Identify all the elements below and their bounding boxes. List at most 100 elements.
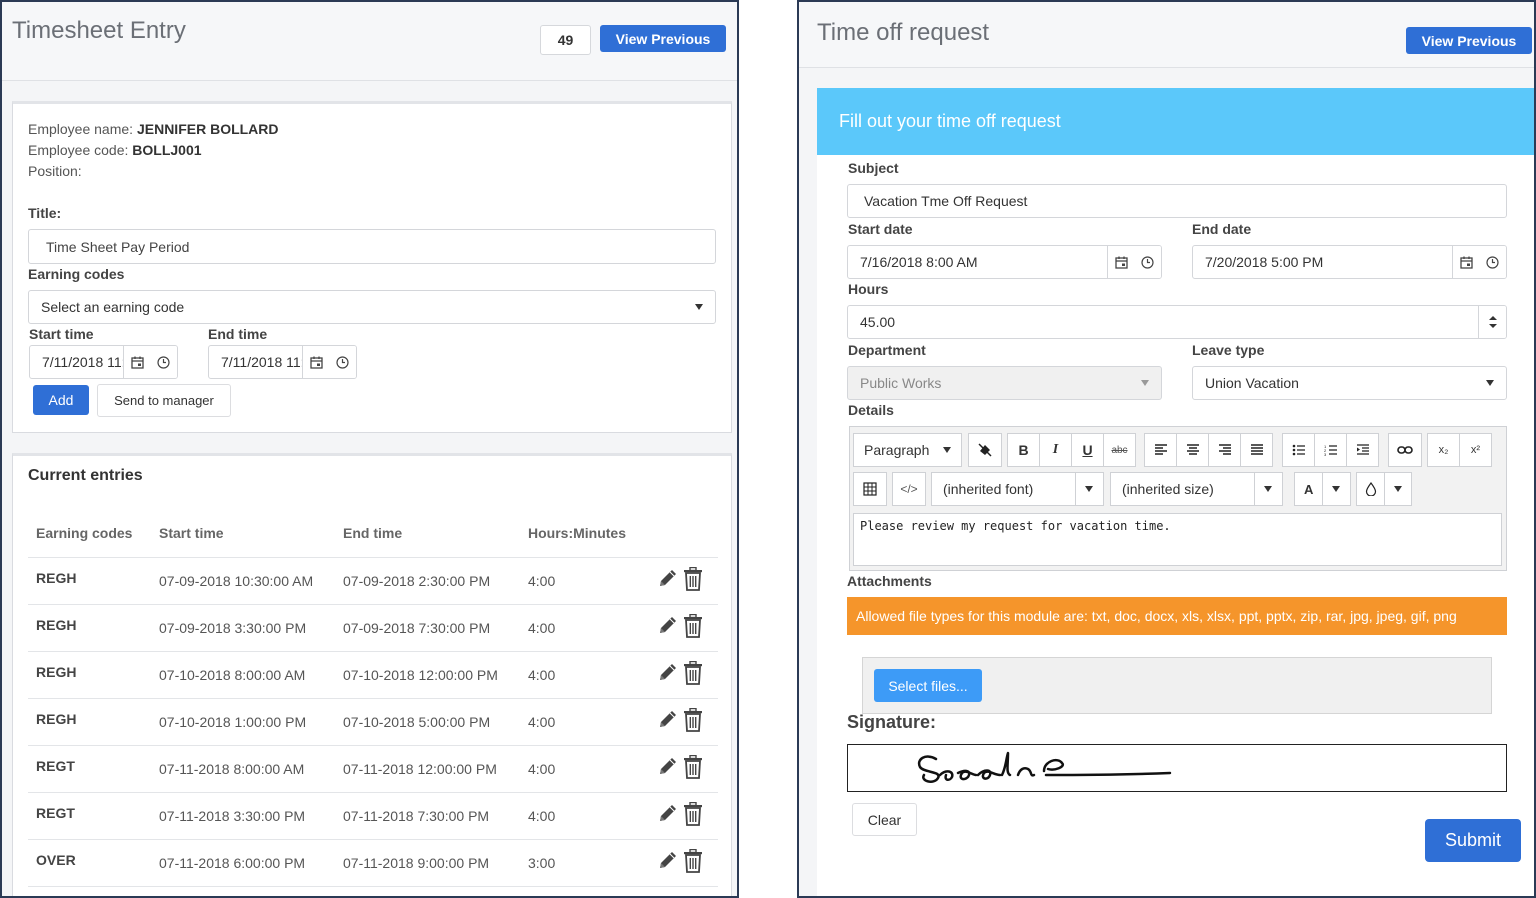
italic-button[interactable]: I [1039, 433, 1072, 467]
end-date-picker[interactable]: 7/20/2018 5:00 PM [1192, 245, 1507, 279]
eraser-icon [978, 443, 992, 457]
hours-label: Hours [848, 281, 889, 297]
table-row: REGH 07-10-2018 1:00:00 PM 07-10-2018 5:00… [28, 698, 718, 746]
details-content[interactable]: Please review my request for vacation ti… [853, 513, 1502, 566]
calendar-icon[interactable] [303, 356, 329, 369]
earning-code-cell: REGH [28, 604, 151, 652]
view-html-button[interactable]: </> [892, 472, 926, 506]
edit-pencil-icon[interactable] [657, 755, 679, 782]
send-to-manager-button[interactable]: Send to manager [97, 384, 231, 417]
column-header: Earning codes [28, 510, 151, 558]
end-time-picker[interactable]: 7/11/2018 11: [208, 345, 357, 379]
font-size-select[interactable]: (inherited size) [1110, 472, 1283, 506]
add-button[interactable]: Add [33, 385, 89, 415]
format-value: Paragraph [864, 442, 930, 458]
table-row: REGT 07-11-2018 3:30:00 PM 07-11-2018 7:30… [28, 792, 718, 840]
superscript-button[interactable]: x² [1459, 433, 1492, 467]
delete-trash-icon[interactable] [683, 566, 703, 594]
hours-cell: 4:00 [520, 698, 634, 746]
timeoff-view-previous-button[interactable]: View Previous [1406, 27, 1532, 54]
align-justify-icon[interactable] [1240, 433, 1273, 467]
font-family-select[interactable]: (inherited font) [931, 472, 1104, 506]
edit-pencil-icon[interactable] [657, 567, 679, 594]
table-icon [863, 482, 877, 496]
font-color-picker[interactable]: A [1294, 472, 1351, 506]
earning-code-cell: REGH [28, 651, 151, 699]
end-date-label: End date [1192, 221, 1252, 237]
hours-stepper[interactable]: 45.00 [847, 305, 1507, 339]
align-left-icon[interactable] [1144, 433, 1177, 467]
bullet-list-icon[interactable] [1282, 433, 1315, 467]
start-time-cell: 07-11-2018 3:30:00 PM [151, 792, 335, 840]
signature-pad[interactable] [847, 744, 1507, 792]
current-entries-heading: Current entries [28, 467, 143, 484]
clock-icon[interactable] [329, 355, 355, 369]
leave-type-select[interactable]: Union Vacation [1192, 366, 1507, 400]
delete-trash-icon[interactable] [683, 660, 703, 688]
hours-cell: 3:00 [520, 839, 634, 887]
clock-icon[interactable] [1479, 255, 1505, 269]
spinner-icon[interactable] [1478, 306, 1506, 338]
align-center-icon[interactable] [1176, 433, 1209, 467]
chevron-down-icon [1394, 486, 1402, 492]
select-files-button[interactable]: Select files... [874, 669, 982, 702]
end-time-label: End time [208, 326, 268, 342]
hours-value: 45.00 [860, 314, 896, 330]
employee-name-value: JENNIFER BOLLARD [136, 121, 279, 137]
edit-pencil-icon[interactable] [657, 614, 679, 641]
script-group: x₂ x² [1427, 433, 1492, 467]
strikethrough-button[interactable]: abc [1103, 433, 1136, 467]
employee-name-label: Employee name: [28, 121, 134, 137]
delete-trash-icon[interactable] [683, 613, 703, 641]
timeoff-title: Time off request [817, 19, 990, 46]
delete-trash-icon[interactable] [683, 848, 703, 876]
numbered-list-icon[interactable]: 123 [1314, 433, 1347, 467]
edit-pencil-icon[interactable] [657, 802, 679, 829]
link-button[interactable] [1388, 433, 1422, 467]
font-family-value: (inherited font) [943, 481, 1034, 497]
clock-icon[interactable] [150, 355, 176, 369]
start-time-picker[interactable]: 7/11/2018 11: [29, 345, 178, 379]
table-row: REGH 07-09-2018 3:30:00 PM 07-09-2018 7:30… [28, 604, 718, 652]
edit-pencil-icon[interactable] [657, 849, 679, 876]
earning-code-cell: REGH [28, 557, 151, 605]
submit-button[interactable]: Submit [1425, 819, 1521, 862]
table-button[interactable] [853, 472, 887, 506]
subscript-button[interactable]: x₂ [1427, 433, 1460, 467]
timesheet-view-previous-button[interactable]: View Previous [600, 25, 726, 52]
calendar-icon[interactable] [1453, 256, 1479, 269]
text-style-group: B I U abc [1007, 433, 1136, 467]
background-color-picker[interactable] [1356, 472, 1412, 506]
edit-pencil-icon[interactable] [657, 661, 679, 688]
employee-code-line: Employee code: BOLLJ001 [28, 142, 202, 158]
calendar-icon[interactable] [124, 356, 150, 369]
start-date-picker[interactable]: 7/16/2018 8:00 AM [847, 245, 1162, 279]
signature-label: Signature: [847, 712, 937, 732]
indent-icon[interactable] [1346, 433, 1379, 467]
clock-icon[interactable] [1134, 255, 1160, 269]
clear-signature-button[interactable]: Clear [852, 803, 917, 836]
row-actions [634, 557, 718, 605]
delete-trash-icon[interactable] [683, 801, 703, 829]
clear-formatting-button[interactable] [968, 433, 1002, 467]
employee-code-value: BOLLJ001 [132, 142, 202, 158]
table-row: REGT 07-11-2018 8:00:00 AM 07-11-2018 12:0… [28, 745, 718, 793]
delete-trash-icon[interactable] [683, 754, 703, 782]
calendar-icon[interactable] [1108, 256, 1134, 269]
row-actions [634, 839, 718, 887]
title-input[interactable]: Time Sheet Pay Period [28, 229, 716, 264]
earning-codes-select[interactable]: Select an earning code [28, 290, 716, 324]
column-header: Hours:Minutes [520, 510, 634, 558]
hours-cell: 4:00 [520, 745, 634, 793]
delete-trash-icon[interactable] [683, 707, 703, 735]
bold-button[interactable]: B [1007, 433, 1040, 467]
edit-pencil-icon[interactable] [657, 708, 679, 735]
align-right-icon[interactable] [1208, 433, 1241, 467]
chevron-down-icon [1085, 486, 1093, 492]
subject-input[interactable]: Vacation Tme Off Request [847, 184, 1507, 218]
row-actions [634, 792, 718, 840]
start-time-cell: 07-10-2018 8:00:00 AM [151, 651, 335, 699]
leave-type-value: Union Vacation [1205, 375, 1299, 391]
format-select[interactable]: Paragraph [853, 433, 962, 467]
underline-button[interactable]: U [1071, 433, 1104, 467]
